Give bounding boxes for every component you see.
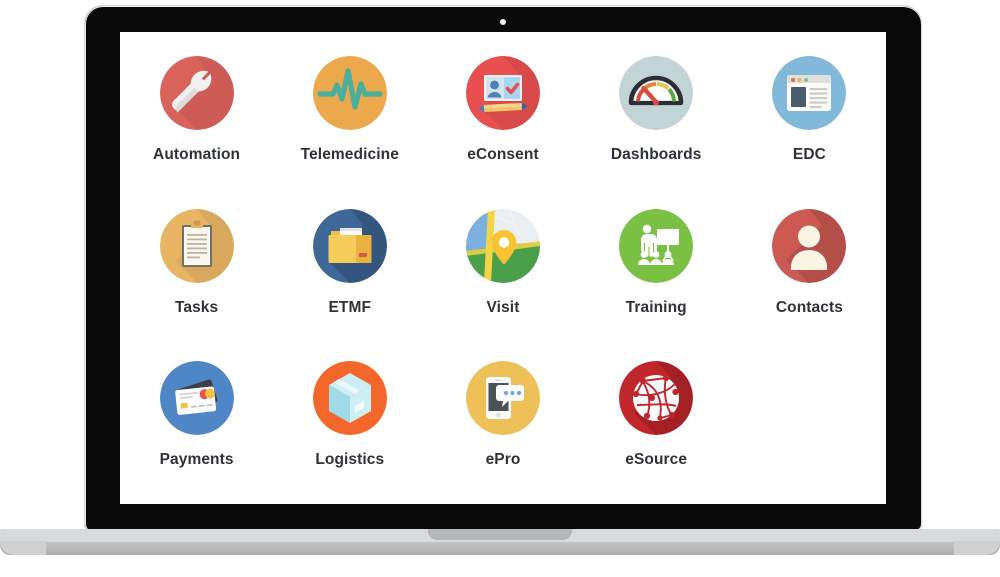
laptop-base	[0, 529, 1000, 555]
app-tile-tasks[interactable]: Tasks	[120, 199, 273, 316]
browser-window-icon[interactable]	[772, 56, 847, 130]
app-tile-etmf[interactable]: ETMF	[273, 199, 426, 316]
app-label: ePro	[485, 451, 521, 469]
base-foot-right	[954, 541, 1000, 555]
app-tile-econsent[interactable]: eConsent	[426, 46, 579, 163]
camera-dot	[500, 19, 506, 25]
app-label: Payments	[159, 451, 234, 469]
app-label: eSource	[625, 451, 688, 469]
app-label: Training	[625, 298, 687, 316]
app-tile-visit[interactable]: Visit	[426, 199, 579, 316]
app-label: eConsent	[467, 146, 539, 163]
base-foot-left	[0, 541, 46, 555]
app-label: Tasks	[174, 298, 219, 316]
presenter-icon[interactable]	[619, 208, 694, 283]
app-label: EDC	[792, 146, 826, 163]
phone-chat-icon[interactable]	[465, 361, 540, 436]
base-top-surface	[0, 529, 1000, 542]
base-notch	[428, 529, 572, 540]
app-label: Visit	[486, 298, 520, 316]
app-label: ETMF	[328, 298, 372, 316]
app-tile-automation[interactable]: Automation	[120, 46, 273, 163]
app-tile-payments[interactable]: Payments	[120, 351, 273, 468]
laptop-mockup: Automation Telemedicine eConsent Dashboa…	[0, 0, 1000, 577]
heartbeat-icon[interactable]	[312, 56, 387, 130]
network-globe-icon[interactable]	[619, 361, 694, 436]
package-box-icon[interactable]	[312, 361, 387, 436]
app-tile-dashboards[interactable]: Dashboards	[580, 46, 733, 163]
laptop-lid: Automation Telemedicine eConsent Dashboa…	[85, 6, 921, 530]
id-card-check-icon[interactable]	[465, 56, 540, 130]
app-label: Telemedicine	[300, 146, 399, 163]
gauge-icon[interactable]	[619, 56, 694, 130]
app-label: Logistics	[315, 451, 385, 469]
app-tile-telemedicine[interactable]: Telemedicine	[273, 46, 426, 163]
screen: Automation Telemedicine eConsent Dashboa…	[120, 32, 886, 504]
credit-card-icon[interactable]	[159, 361, 234, 436]
app-tile-epro[interactable]: ePro	[426, 351, 579, 468]
app-label: Dashboards	[610, 146, 702, 163]
app-grid: Automation Telemedicine eConsent Dashboa…	[120, 32, 886, 504]
wrench-icon[interactable]	[159, 56, 234, 130]
base-front-edge	[0, 542, 1000, 555]
clipboard-icon[interactable]	[159, 208, 234, 283]
app-label: Automation	[153, 146, 241, 163]
app-tile-contacts[interactable]: Contacts	[733, 199, 886, 316]
app-tile-training[interactable]: Training	[580, 199, 733, 316]
person-icon[interactable]	[772, 208, 847, 283]
folder-icon[interactable]	[312, 208, 387, 283]
app-tile-esource[interactable]: eSource	[580, 351, 733, 468]
map-pin-icon[interactable]	[465, 208, 540, 283]
app-tile-edc[interactable]: EDC	[733, 46, 886, 163]
app-tile-logistics[interactable]: Logistics	[273, 351, 426, 468]
app-label: Contacts	[775, 298, 843, 316]
